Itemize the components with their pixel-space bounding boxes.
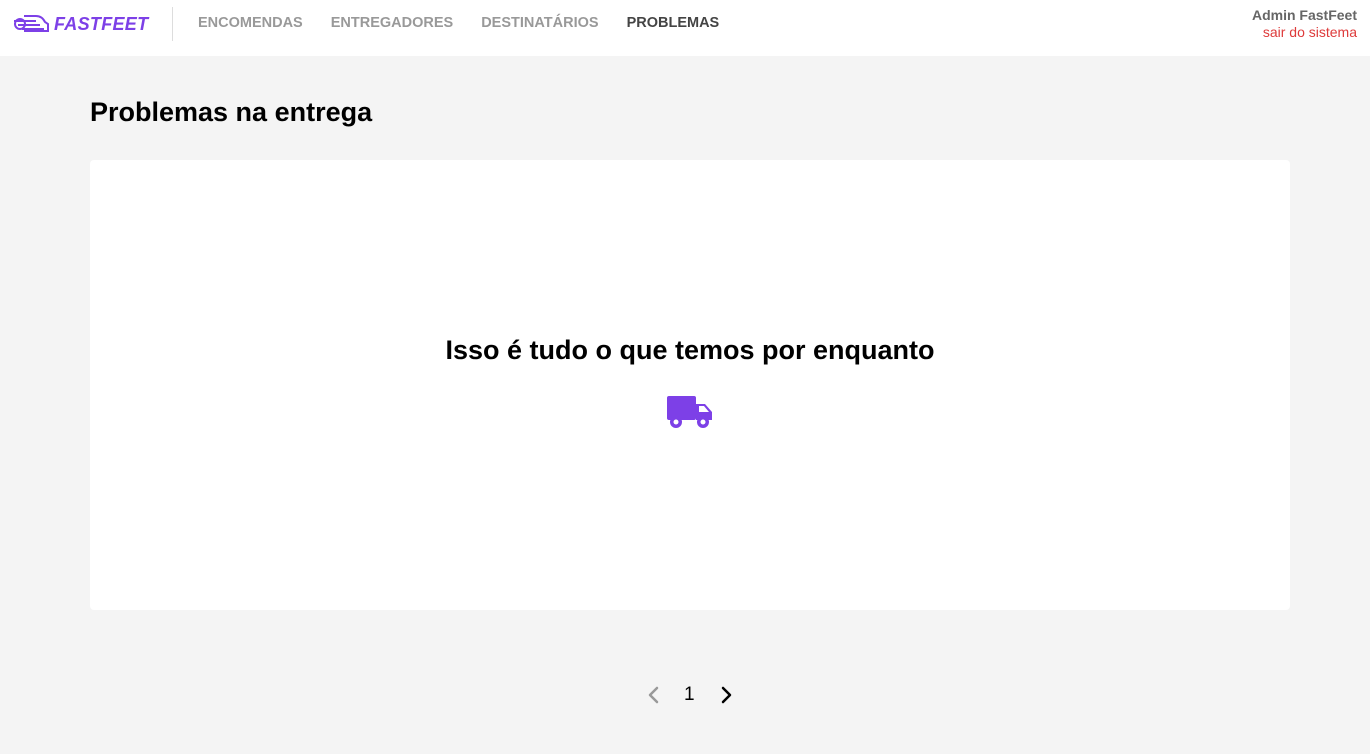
- current-page-number: 1: [684, 684, 695, 705]
- logo[interactable]: FASTFEET: [14, 12, 148, 36]
- user-name: Admin FastFeet: [1251, 7, 1357, 23]
- truck-icon: [667, 396, 712, 428]
- nav-item-entregadores[interactable]: ENTREGADORES: [331, 15, 453, 31]
- logo-text: FASTFEET: [54, 13, 149, 34]
- user-info: Admin FastFeet sair do sistema: [1252, 7, 1357, 41]
- header-divider: [172, 7, 173, 41]
- nav-item-destinatarios[interactable]: DESTINATÁRIOS: [481, 15, 598, 31]
- logout-link[interactable]: sair do sistema: [1252, 24, 1357, 41]
- empty-state-message: Isso é tudo o que temos por enquanto: [445, 335, 935, 365]
- nav-item-problemas[interactable]: PROBLEMAS: [627, 15, 720, 31]
- chevron-right-icon[interactable]: [718, 685, 734, 705]
- nav-item-encomendas[interactable]: ENCOMENDAS: [198, 15, 303, 31]
- page-title: Problemas na entrega: [90, 97, 373, 127]
- fast-truck-logo-icon: [14, 15, 49, 32]
- problems-card: Isso é tudo o que temos por enquanto: [90, 160, 1290, 610]
- main-nav: ENCOMENDAS ENTREGADORES DESTINATÁRIOS PR…: [198, 15, 747, 31]
- top-header: FASTFEET ENCOMENDAS ENTREGADORES DESTINA…: [0, 0, 1370, 56]
- pagination: 1: [640, 680, 740, 710]
- chevron-left-icon[interactable]: [646, 685, 662, 705]
